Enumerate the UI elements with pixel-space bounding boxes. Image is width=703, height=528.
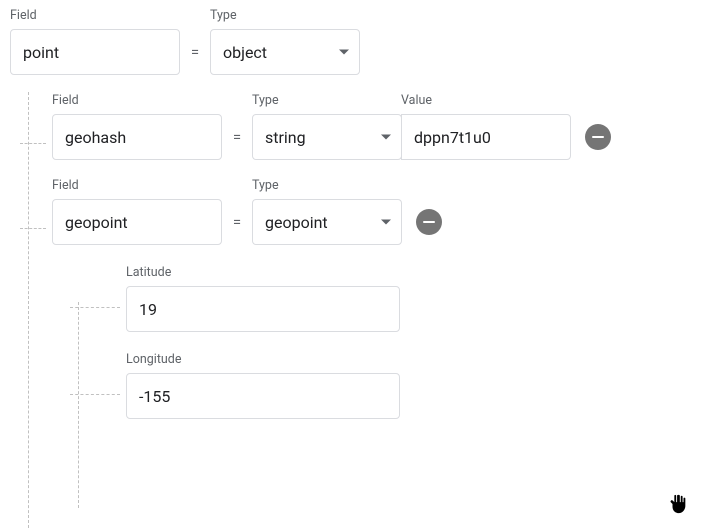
longitude-row: Longitude -155 bbox=[10, 352, 693, 419]
geohash-field-input[interactable]: geohash bbox=[52, 114, 222, 160]
latitude-input[interactable]: 19 bbox=[126, 286, 400, 332]
latitude-label: Latitude bbox=[126, 265, 400, 280]
longitude-value: -155 bbox=[139, 387, 170, 406]
root-field-value: point bbox=[23, 43, 59, 62]
geopoint-field-input[interactable]: geopoint bbox=[52, 199, 222, 245]
geohash-value: dppn7t1u0 bbox=[414, 128, 491, 147]
root-type-select[interactable]: object bbox=[210, 29, 360, 75]
field-label: Field bbox=[10, 8, 180, 23]
latitude-row: Latitude 19 bbox=[10, 265, 693, 332]
child-row-geopoint: Field geopoint = Type geopoint bbox=[10, 178, 693, 245]
equals-sign: = bbox=[180, 29, 210, 75]
chevron-down-icon bbox=[381, 135, 391, 140]
geohash-type-value: string bbox=[265, 128, 306, 147]
field-label: Field bbox=[52, 178, 222, 193]
minus-icon bbox=[423, 221, 435, 224]
geohash-value-input[interactable]: dppn7t1u0 bbox=[401, 114, 571, 160]
root-type-value: object bbox=[223, 43, 267, 62]
delete-button[interactable] bbox=[585, 124, 611, 150]
child-row-geohash: Field geohash = Type string Value dppn7t… bbox=[10, 93, 693, 160]
delete-button[interactable] bbox=[416, 209, 442, 235]
value-label: Value bbox=[401, 93, 571, 108]
longitude-label: Longitude bbox=[126, 352, 400, 367]
type-label: Type bbox=[252, 178, 402, 193]
type-label: Type bbox=[210, 8, 360, 23]
latitude-value: 19 bbox=[139, 300, 157, 319]
geopoint-field-value: geopoint bbox=[65, 213, 128, 232]
field-label: Field bbox=[52, 93, 222, 108]
geohash-field-value: geohash bbox=[65, 128, 126, 147]
geohash-type-select[interactable]: string bbox=[252, 114, 402, 160]
root-row: Field point = Type object bbox=[10, 8, 693, 75]
pan-hand-icon[interactable] bbox=[667, 493, 689, 520]
longitude-input[interactable]: -155 bbox=[126, 373, 400, 419]
minus-icon bbox=[592, 136, 604, 139]
type-label: Type bbox=[252, 93, 402, 108]
equals-sign: = bbox=[222, 114, 252, 160]
equals-sign: = bbox=[222, 199, 252, 245]
geopoint-type-value: geopoint bbox=[265, 213, 328, 232]
geopoint-type-select[interactable]: geopoint bbox=[252, 199, 402, 245]
root-field-input[interactable]: point bbox=[10, 29, 180, 75]
chevron-down-icon bbox=[339, 50, 349, 55]
chevron-down-icon bbox=[381, 220, 391, 225]
